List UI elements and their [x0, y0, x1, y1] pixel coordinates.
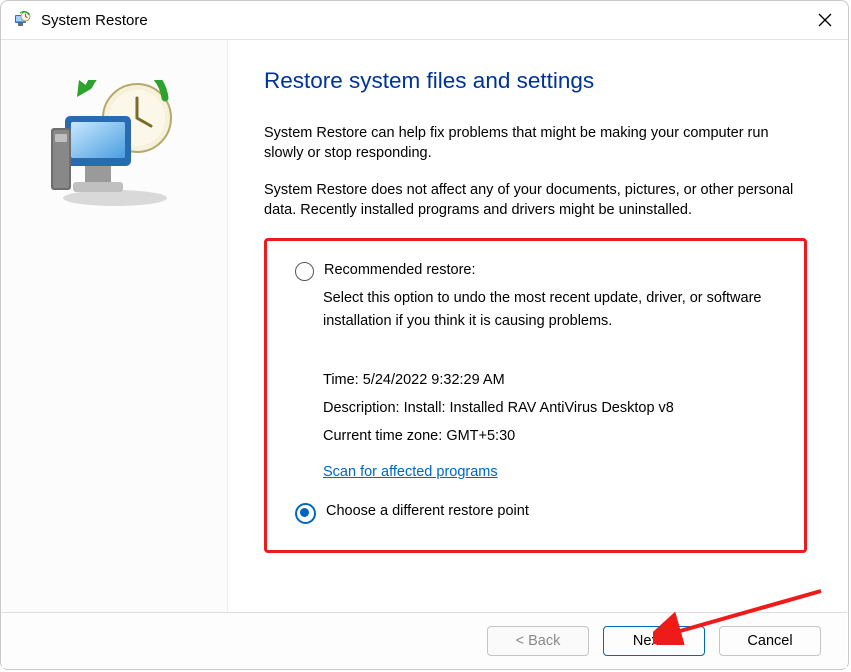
restore-point-details: Time: 5/24/2022 9:32:29 AM Description: … — [323, 366, 776, 451]
cancel-button[interactable]: Cancel — [719, 626, 821, 656]
intro-paragraph-1: System Restore can help fix problems tha… — [264, 124, 807, 163]
different-restore-point-option[interactable]: Choose a different restore point — [295, 502, 776, 524]
close-icon — [818, 13, 832, 27]
recommended-restore-label: Recommended restore: — [324, 261, 476, 281]
restore-description: Description: Install: Installed RAV Anti… — [323, 394, 776, 422]
page-heading: Restore system files and settings — [264, 68, 807, 94]
sidebar — [2, 40, 228, 613]
close-button[interactable] — [802, 1, 848, 39]
recommended-restore-desc: Select this option to undo the most rece… — [323, 287, 776, 333]
titlebar: System Restore — [1, 1, 848, 40]
system-restore-graphic-icon — [45, 80, 185, 210]
options-box: Recommended restore: Select this option … — [264, 238, 807, 553]
radio-icon — [295, 262, 314, 281]
recommended-restore-option[interactable]: Recommended restore: — [295, 261, 776, 281]
intro-paragraph-2: System Restore does not affect any of yo… — [264, 181, 807, 220]
scan-affected-programs-link[interactable]: Scan for affected programs — [323, 464, 498, 480]
different-restore-point-label: Choose a different restore point — [326, 502, 529, 522]
window-title: System Restore — [41, 12, 802, 29]
restore-timezone: Current time zone: GMT+5:30 — [323, 422, 776, 450]
system-restore-window: System Restore — [0, 0, 849, 670]
system-restore-icon — [13, 11, 31, 29]
main-content: Restore system files and settings System… — [228, 40, 847, 613]
back-button: < Back — [487, 626, 589, 656]
next-button[interactable]: Next > — [603, 626, 705, 656]
radio-icon — [295, 503, 316, 524]
client-area: Restore system files and settings System… — [2, 40, 847, 613]
footer: < Back Next > Cancel — [2, 612, 847, 668]
restore-time: Time: 5/24/2022 9:32:29 AM — [323, 366, 776, 394]
